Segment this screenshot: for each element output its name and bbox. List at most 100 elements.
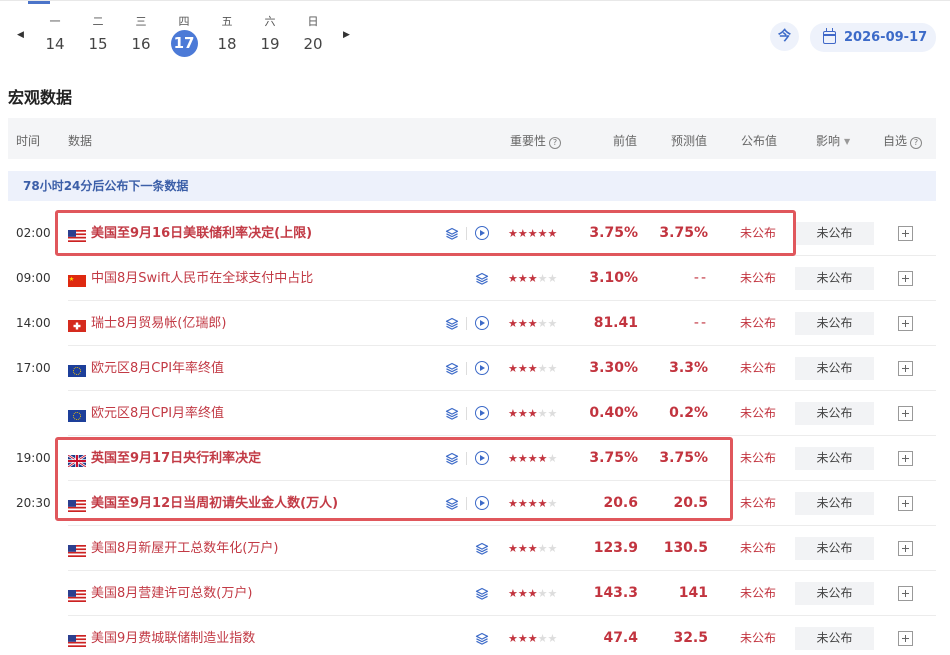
day-fri[interactable]: 五 18 [212,15,242,54]
help-icon[interactable]: ? [910,137,923,149]
add-watchlist-icon[interactable] [898,541,913,556]
add-watchlist-icon[interactable] [898,406,913,421]
star-filled-icon: ★ [527,272,538,285]
add-watchlist-icon[interactable] [898,496,913,511]
table-row: 09:00 中国8月Swift人民币在全球支付中占比 ★★★★★ 3.10% -- 未公布… [0,256,950,301]
day-tue[interactable]: 二 15 [83,15,113,54]
event-name-link[interactable]: 美国至9月12日当周初请失业金人数(万人) [91,481,338,526]
add-watchlist-icon[interactable] [898,451,913,466]
add-watchlist-icon[interactable] [898,631,913,646]
day-weekday: 四 [178,15,190,28]
day-thu-selected[interactable]: 四 17 [169,15,199,57]
forecast-value: 130.5 [663,540,708,556]
event-name-link[interactable]: 瑞士8月贸易帐(亿瑞郎) [91,301,226,346]
icon-divider [466,407,467,420]
play-icon[interactable] [475,451,489,465]
day-weekday: 一 [49,15,61,28]
row-time: 20:30 [16,496,51,510]
table-row: 美国8月营建许可总数(万户) ★★★★★ 143.3 141 未公布 未公布 [0,571,950,616]
layers-icon[interactable] [445,451,459,465]
header-previous: 前值 [613,134,638,148]
layers-icon[interactable] [445,226,459,240]
add-watchlist-icon[interactable] [898,586,913,601]
star-filled-icon: ★ [517,407,528,420]
header-time: 时间 [16,134,41,148]
icon-divider [466,227,467,240]
layers-icon[interactable] [475,586,489,600]
day-sat[interactable]: 六 19 [255,15,285,54]
day-weekday: 日 [307,15,319,28]
layers-icon[interactable] [475,631,489,645]
star-filled-icon: ★ [547,227,558,240]
day-wed[interactable]: 三 16 [126,15,156,54]
importance-stars: ★★★★★ [508,256,557,301]
add-watchlist-icon[interactable] [898,226,913,241]
today-button[interactable]: 今 [770,22,799,51]
star-filled-icon: ★ [508,497,518,510]
impact-badge: 未公布 [795,267,874,290]
star-empty-icon: ★ [547,452,558,465]
header-importance[interactable]: 重要性? [510,132,562,149]
star-filled-icon: ★ [508,452,518,465]
day-weekday: 五 [221,15,233,28]
add-watchlist-icon[interactable] [898,361,913,376]
star-empty-icon: ★ [547,272,558,285]
layers-icon[interactable] [445,406,459,420]
flag-ch-icon [68,317,86,332]
date-picker-button[interactable]: 2026-09-17 [810,23,936,52]
row-time: 19:00 [16,451,51,465]
actual-value: 未公布 [740,451,777,465]
importance-stars: ★★★★★ [508,391,557,436]
layers-icon[interactable] [475,541,489,555]
star-filled-icon: ★ [517,587,528,600]
star-empty-icon: ★ [547,587,558,600]
star-filled-icon: ★ [517,632,528,645]
event-name-link[interactable]: 美国8月新屋开工总数年化(万户) [91,526,278,571]
play-icon[interactable] [475,226,489,240]
header-impact[interactable]: 影响 ▼ [816,132,850,149]
event-name-link[interactable]: 欧元区8月CPI年率终值 [91,346,224,391]
star-empty-icon: ★ [547,632,558,645]
star-filled-icon: ★ [508,407,518,420]
star-filled-icon: ★ [508,632,518,645]
star-filled-icon: ★ [527,362,538,375]
header-impact-label: 影响 [816,134,841,148]
event-name-link[interactable]: 中国8月Swift人民币在全球支付中占比 [91,256,313,301]
layers-icon[interactable] [445,496,459,510]
event-name-link[interactable]: 美国8月营建许可总数(万户) [91,571,252,616]
layers-icon[interactable] [445,361,459,375]
star-filled-icon: ★ [537,497,548,510]
actual-value: 未公布 [740,316,777,330]
next-week-arrow-icon[interactable]: ▶ [343,30,350,40]
add-watchlist-icon[interactable] [898,316,913,331]
sort-caret-icon: ▼ [844,137,851,146]
star-filled-icon: ★ [517,227,528,240]
play-icon[interactable] [475,316,489,330]
day-mon[interactable]: 一 14 [40,15,70,54]
play-icon[interactable] [475,496,489,510]
event-name-link[interactable]: 英国至9月17日央行利率决定 [91,436,261,481]
day-sun[interactable]: 日 20 [298,15,328,54]
prev-week-arrow-icon[interactable]: ◀ [17,30,24,40]
event-name-link[interactable]: 美国至9月16日美联储利率决定(上限) [91,211,312,256]
actual-value: 未公布 [740,586,777,600]
forecast-value: -- [693,315,708,331]
layers-icon[interactable] [445,316,459,330]
star-filled-icon: ★ [527,587,538,600]
forecast-value: 3.75% [659,225,708,241]
event-name-link[interactable]: 美国9月费城联储制造业指数 [91,616,255,655]
impact-badge: 未公布 [795,492,874,515]
play-icon[interactable] [475,361,489,375]
layers-icon[interactable] [475,271,489,285]
day-number: 20 [303,35,323,53]
table-row: 17:00 欧元区8月CPI年率终值 ★★★★★ 3.30% 3.3% 未公布 未公布 [0,346,950,391]
star-empty-icon: ★ [547,317,558,330]
previous-value: 3.75% [589,225,638,241]
help-icon[interactable]: ? [549,137,562,149]
flag-uk-icon [67,452,87,468]
add-watchlist-icon[interactable] [898,271,913,286]
table-row: 欧元区8月CPI月率终值 ★★★★★ 0.40% 0.2% 未公布 未公布 [0,391,950,436]
play-icon[interactable] [475,406,489,420]
event-name-link[interactable]: 欧元区8月CPI月率终值 [91,391,224,436]
star-empty-icon: ★ [547,542,558,555]
